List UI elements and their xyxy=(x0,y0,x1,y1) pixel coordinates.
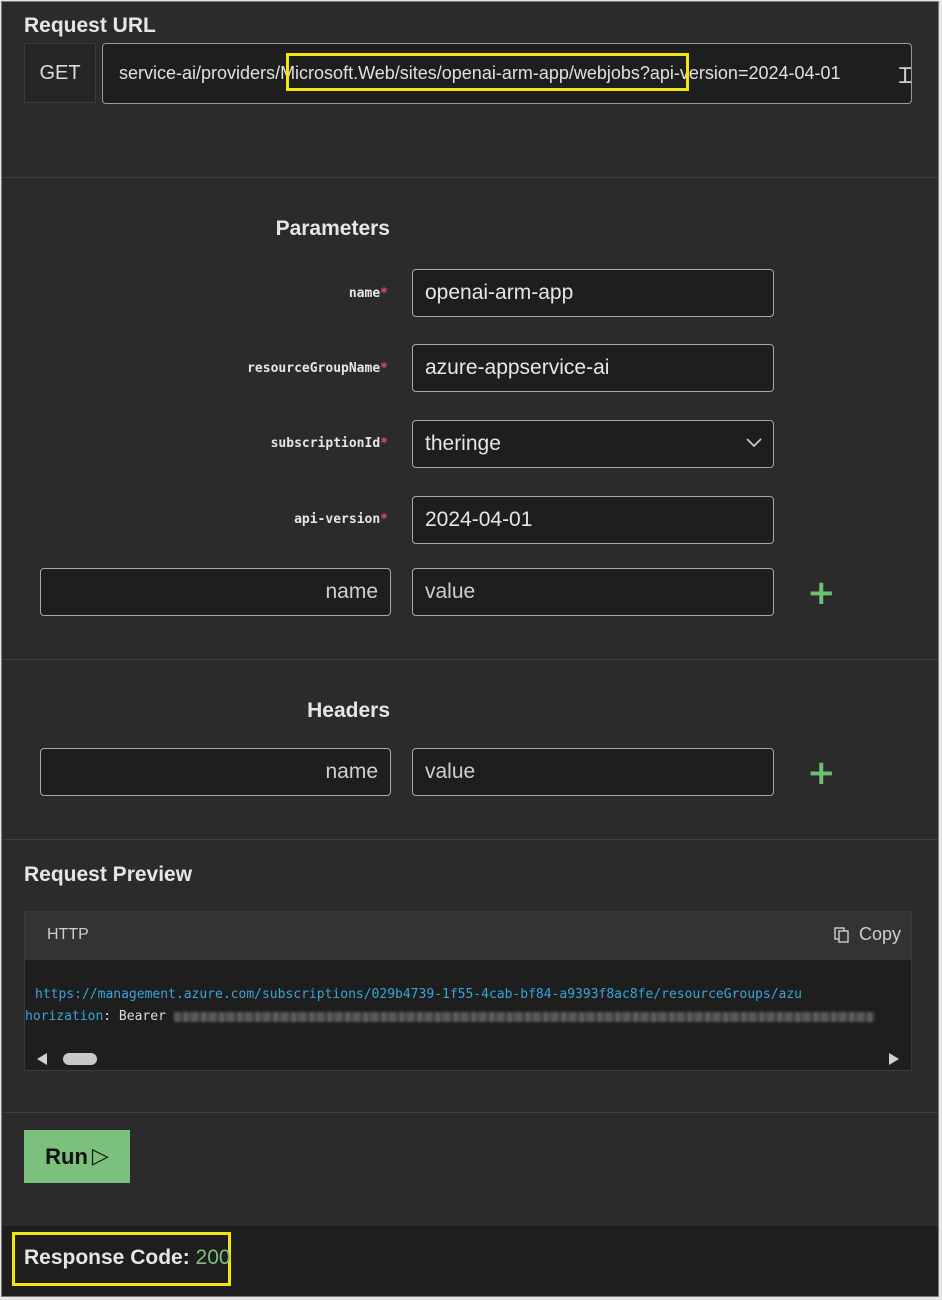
scroll-right-icon[interactable] xyxy=(889,1053,899,1065)
parameters-title: Parameters xyxy=(275,217,390,240)
code-line-url: https://management.azure.com/subscriptio… xyxy=(35,987,803,1002)
run-label: Run xyxy=(45,1143,88,1169)
divider xyxy=(2,839,938,840)
code-language-label: HTTP xyxy=(47,926,89,943)
new-header-value-input[interactable]: value xyxy=(412,748,774,796)
api-console-panel: Request URL GET service-ai/providers/Mic… xyxy=(1,1,939,1297)
code-block-header: HTTP Copy xyxy=(25,912,911,960)
param-label-api-version: api-version* xyxy=(294,512,388,527)
response-code-line: Response Code: 200 xyxy=(24,1246,231,1270)
scrollbar-thumb[interactable] xyxy=(63,1053,97,1065)
run-button[interactable]: Run ▷ xyxy=(24,1130,130,1183)
headers-title: Headers xyxy=(307,699,390,722)
param-label-subscription-id: subscriptionId* xyxy=(270,436,388,451)
code-text: https://management.azure.com/subscriptio… xyxy=(25,984,874,1028)
param-subscription-select[interactable]: theringe xyxy=(412,420,774,468)
param-name-input[interactable]: openai-arm-app xyxy=(412,269,774,317)
param-api-version-input[interactable]: 2024-04-01 xyxy=(412,496,774,544)
param-label-resource-group: resourceGroupName* xyxy=(247,361,388,376)
copy-button[interactable]: Copy xyxy=(833,924,901,945)
divider xyxy=(2,177,938,178)
add-parameter-icon[interactable]: + xyxy=(807,576,836,610)
new-param-name-input[interactable]: name xyxy=(40,568,391,616)
http-method[interactable]: GET xyxy=(24,43,96,103)
code-line-auth: horization: Bearer xyxy=(25,1006,874,1028)
chevron-down-icon xyxy=(746,438,762,448)
response-code-label: Response Code: xyxy=(24,1246,190,1269)
text-cursor-icon: Ɪ xyxy=(899,64,912,89)
copy-icon xyxy=(834,926,849,943)
response-code-value: 200 xyxy=(195,1246,231,1269)
divider xyxy=(2,1112,938,1113)
play-icon: ▷ xyxy=(91,1144,109,1169)
divider xyxy=(2,659,938,660)
url-prefix: service-ai/providers xyxy=(119,63,276,83)
request-url-title: Request URL xyxy=(24,14,156,37)
url-suffix: ?api-version=2024-04-01 xyxy=(639,63,841,83)
new-param-value-input[interactable]: value xyxy=(412,568,774,616)
request-preview-title: Request Preview xyxy=(24,863,193,886)
scroll-left-icon[interactable] xyxy=(37,1053,47,1065)
add-header-icon[interactable]: + xyxy=(807,756,836,790)
redacted-token xyxy=(173,1011,874,1022)
new-header-name-input[interactable]: name xyxy=(40,748,391,796)
subscription-selected-value: theringe xyxy=(425,432,501,455)
request-url-input[interactable]: service-ai/providers/Microsoft.Web/sites… xyxy=(102,43,912,104)
horizontal-scrollbar[interactable] xyxy=(25,1048,911,1070)
copy-label: Copy xyxy=(858,924,901,944)
param-label-name: name* xyxy=(348,286,388,301)
request-preview-code-block: HTTP Copy https://management.azure.com/s… xyxy=(24,911,912,1071)
param-resource-group-input[interactable]: azure-appservice-ai xyxy=(412,344,774,392)
url-highlight: /Microsoft.Web/sites/openai-arm-app/webj… xyxy=(275,63,640,83)
